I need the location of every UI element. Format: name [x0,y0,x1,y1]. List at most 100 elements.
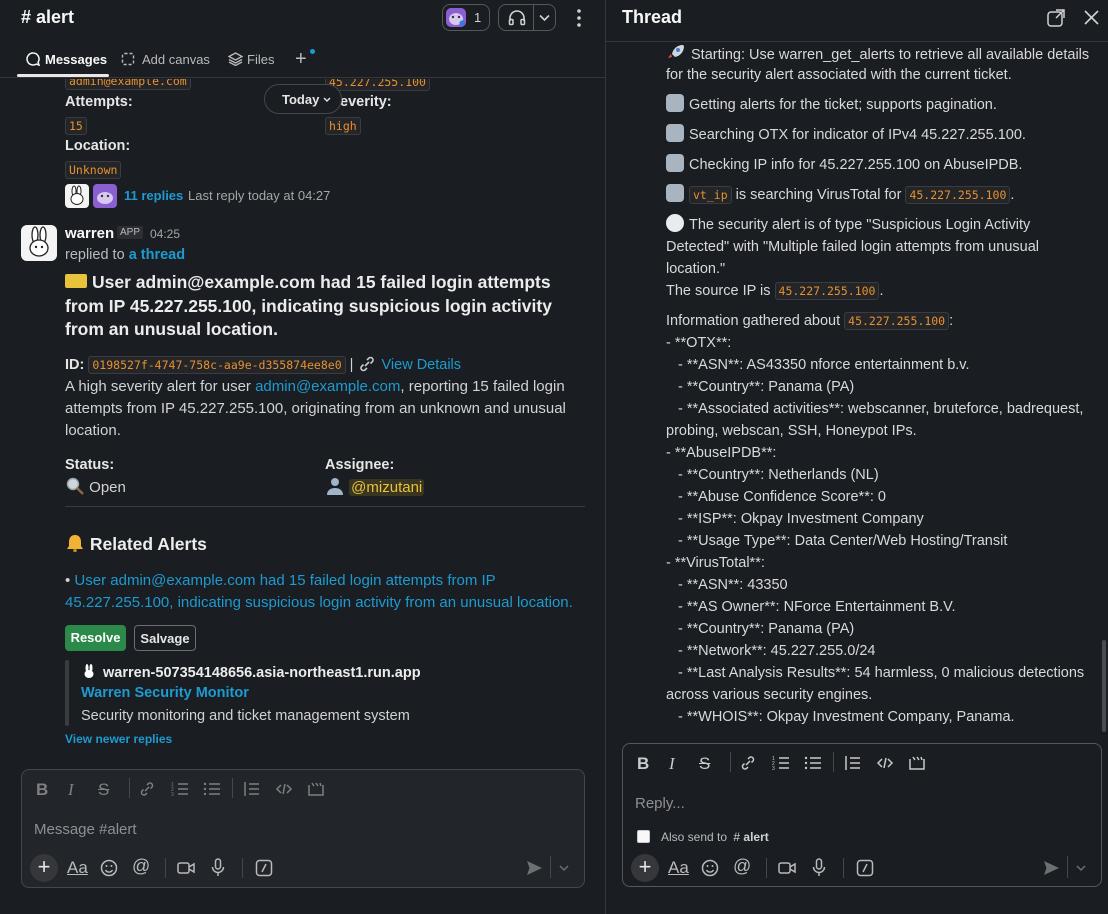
add-tab-icon[interactable]: + [295,49,307,69]
assignee-mention[interactable]: @mizutani [349,479,425,496]
mention-icon[interactable]: @ [733,856,751,877]
link-icon[interactable] [138,781,156,797]
date-divider-pill[interactable]: Today [264,84,342,114]
thread-line: vt_ip is searching VirusTotal for 45.227… [666,184,1106,206]
reply-avatar-bot[interactable] [65,184,89,208]
id-separator: | [349,357,354,373]
tab-messages[interactable]: Messages [45,52,107,67]
plus-icon[interactable]: + [631,854,659,882]
italic-icon[interactable]: I [669,754,675,774]
shortcuts-icon[interactable] [255,859,273,877]
thread-text: - **Country**: Panama (PA) [678,621,855,637]
related-alert-item: • User admin@example.com had 15 failed l… [65,572,573,611]
svg-text:3: 3 [171,792,174,797]
microphone-icon[interactable] [812,858,826,877]
huddle-button[interactable] [498,4,556,31]
reply-avatar-user[interactable] [93,184,117,208]
salvage-button[interactable]: Salvage [134,625,196,651]
bold-icon[interactable]: B [637,754,649,774]
reply-input[interactable]: Reply... [635,795,685,812]
chevron-down-icon[interactable] [1076,865,1086,872]
send-icon[interactable] [1043,860,1060,876]
thread-text: Checking IP info for 45.227.255.100 on A… [689,157,1023,173]
view-details-link[interactable]: View Details [382,357,462,373]
avatar[interactable] [21,225,57,261]
italic-icon[interactable]: I [68,780,74,800]
id-label: ID: [65,357,85,373]
message-composer[interactable]: B I S 123 Message #alert + Aa @ [21,769,585,888]
thread-text: The security alert is of type "Suspiciou… [689,217,1031,233]
also-send-checkbox[interactable] [637,830,650,843]
replies-link[interactable]: 11 replies [124,188,183,203]
bullet-list-icon[interactable] [203,781,221,797]
alert-description: A high severity alert for user admin@exa… [65,376,585,442]
channel-pane: # alert 1 Messages Add canvas Files + ad… [0,0,605,914]
thread-text: probing, webscan, SSH, Honeypot IPs. [666,423,917,439]
message-time[interactable]: 04:25 [150,227,180,241]
related-alerts-title: Related Alerts [89,534,207,554]
strikethrough-icon[interactable]: S [699,754,710,774]
blockquote-icon[interactable] [844,755,862,771]
tab-add-canvas[interactable]: Add canvas [142,52,210,67]
resolve-button[interactable]: Resolve [65,625,126,651]
toolbar-divider [833,752,834,772]
close-icon[interactable] [1084,10,1099,25]
date-label: Today [282,92,320,107]
location-label: Location: [65,138,131,154]
tab-files[interactable]: Files [247,52,274,67]
formatting-icon[interactable]: Aa [668,858,689,878]
code-block-icon[interactable] [307,781,325,797]
microphone-icon[interactable] [211,858,225,877]
reply-composer[interactable]: B I S 123 Reply... Also send to # alert [622,743,1102,887]
emoji-icon[interactable] [701,859,719,877]
video-icon[interactable] [177,860,195,876]
bullet-list-icon[interactable] [804,755,822,771]
code-block-icon[interactable] [908,755,926,771]
thread-text: - **Associated activities**: webscanner,… [678,401,1084,417]
assignee-row: @mizutani [325,477,425,496]
emoji-icon[interactable] [100,859,118,877]
more-options-icon[interactable] [571,7,587,29]
link-icon[interactable] [739,755,757,771]
also-send-channel: alert [743,830,769,844]
code-icon[interactable] [876,755,894,771]
strikethrough-icon[interactable]: S [98,780,109,800]
channel-title[interactable]: # alert [21,7,74,28]
view-newer-replies[interactable]: View newer replies [65,732,172,746]
chevron-down-icon[interactable] [539,14,550,22]
blockquote-icon[interactable] [243,781,261,797]
thread-link[interactable]: a thread [129,247,185,263]
message-input[interactable]: Message #alert [34,821,137,838]
chevron-down-icon[interactable] [559,865,569,872]
toolbar-divider [232,778,233,798]
ordered-list-icon[interactable]: 123 [772,755,790,771]
person-icon [327,478,343,495]
formatting-icon[interactable]: Aa [67,858,88,878]
thread-text: Getting alerts for the ticket; supports … [689,97,997,113]
send-icon[interactable] [526,860,543,876]
channel-tabs: Messages Add canvas Files + [0,44,605,78]
code-icon[interactable] [275,781,293,797]
thread-scrollbar[interactable] [1102,640,1106,732]
unfurl-title[interactable]: Warren Security Monitor [81,685,249,701]
plus-icon[interactable]: + [30,854,58,882]
robot-icon [666,154,684,172]
related-alert-link[interactable]: User admin@example.com had 15 failed log… [65,572,573,611]
shortcuts-icon[interactable] [856,859,874,877]
magnifier-icon [66,477,84,495]
robot-icon [666,124,684,142]
composer-actions: + Aa @ [30,854,578,882]
app-badge: APP [117,226,144,239]
ordered-list-icon[interactable]: 123 [171,781,189,797]
thread-text: - **AbuseIPDB**: [666,445,777,461]
open-in-window-icon[interactable] [1046,8,1066,28]
video-icon[interactable] [778,860,796,876]
unfurl-host-row: warren-507354148656.asia-northeast1.run.… [81,663,421,681]
bold-icon[interactable]: B [36,780,48,800]
thread-pane: Thread Starting: Use warren_get_alerts t… [606,0,1108,914]
members-button[interactable]: 1 [442,4,490,31]
svg-text:3: 3 [772,766,775,771]
email-link[interactable]: admin@example.com [255,378,400,395]
sender-name[interactable]: warren [65,225,114,242]
mention-icon[interactable]: @ [132,856,150,877]
